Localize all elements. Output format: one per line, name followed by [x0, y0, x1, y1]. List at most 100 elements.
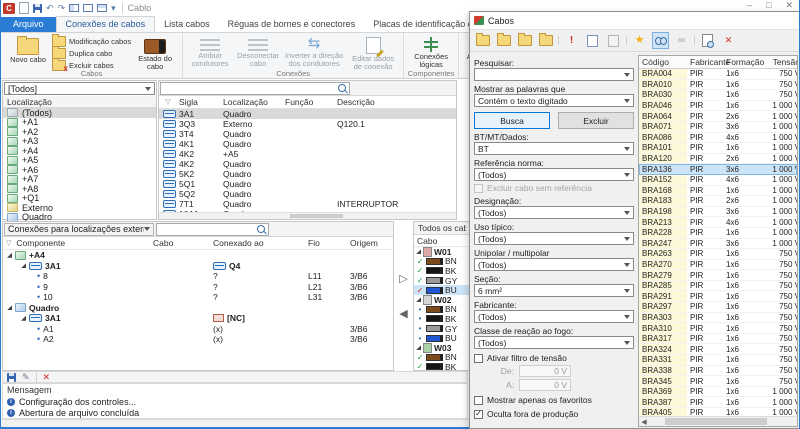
catalog-table-header[interactable]: Código Fabricante Formação Tensão Instal… — [639, 56, 797, 69]
connection-row-a1[interactable]: •A1(x)3/B6 — [3, 324, 393, 335]
wire-item-bk[interactable]: ✓BK — [414, 266, 470, 276]
catalog-row-bra310[interactable]: BRA310PIR1x6750 V0 A — [639, 323, 797, 334]
all-cables-column-header[interactable]: Cabo — [414, 235, 470, 247]
preview-button[interactable] — [699, 32, 716, 49]
voltage-from-field[interactable]: 0 V — [519, 365, 571, 377]
filter-combo-unipolar-multipolar[interactable]: (Todos) — [474, 258, 634, 271]
catalog-row-bra369[interactable]: BRA369PIR1x61 000 V0 A — [639, 387, 797, 398]
undo-icon[interactable]: ↶ — [46, 3, 54, 13]
catalog-row-bra064[interactable]: BRA064PIR2x61 000 V0 A — [639, 111, 797, 122]
catalog-row-bra101[interactable]: BRA101PIR1x61 000 V0 A — [639, 143, 797, 154]
connection-row-3a1[interactable]: 3A1Q4 — [3, 261, 393, 272]
favorites-checkbox-row[interactable]: Mostrar apenas os favoritos — [474, 395, 634, 405]
favorites-button[interactable]: ★ — [631, 32, 648, 49]
location-item-todos[interactable]: (Todos) — [3, 108, 156, 118]
open-catalog-button[interactable] — [474, 32, 491, 49]
cable-row-3t4[interactable]: 3T4Quadro — [159, 129, 456, 139]
catalog-row-bra086[interactable]: BRA086PIR4x61 000 V0 A — [639, 133, 797, 144]
checkbox[interactable]: ✓ — [474, 410, 483, 419]
copy-button[interactable] — [584, 32, 601, 49]
catalog-row-bra168[interactable]: BRA168PIR1x61 000 V0 A — [639, 186, 797, 197]
filter-combo-classe-de-rea-o-ao-fogo[interactable]: (Todos) — [474, 336, 634, 349]
location-item-a5[interactable]: +A5 — [3, 156, 156, 166]
search-combo[interactable] — [474, 68, 634, 81]
exclude-no-reference-checkbox-row[interactable]: Excluir cabo sem referência — [474, 183, 634, 193]
wire-item-gy[interactable]: •GY — [414, 324, 470, 334]
connection-row-8[interactable]: •8?L113/B63/A4 — [3, 271, 393, 282]
save-log-icon[interactable] — [7, 373, 16, 382]
filter-combo-uso-t-pico[interactable]: (Todos) — [474, 232, 634, 245]
cable-row-5k2[interactable]: 5K2Quadro — [159, 169, 456, 179]
filter-combo-se-o[interactable]: 6 mm² — [474, 284, 634, 297]
paste-button[interactable] — [605, 32, 622, 49]
filter-combo-fabricante[interactable]: (Todos) — [474, 310, 634, 323]
tree-expander-icon[interactable] — [21, 263, 26, 268]
catalog-row-bra317[interactable]: BRA317PIR1x6750 V0 A — [639, 334, 797, 345]
catalog-row-bra136[interactable]: BRA136PIR3x61 000 V0 A — [639, 164, 797, 175]
cable-group-w02[interactable]: W02 — [414, 295, 470, 305]
catalog-row-bra120[interactable]: BRA120PIR2x61 000 V0 A — [639, 154, 797, 165]
connections-view-combo[interactable]: Conexões para localizações externos — [4, 223, 154, 236]
edit-connection-data-button[interactable]: Editar dados de conexão — [346, 34, 400, 72]
location-item-a2[interactable]: +A2 — [3, 127, 156, 137]
connection-row-a4[interactable]: +A4 — [3, 250, 393, 261]
tree-expander-icon[interactable] — [7, 253, 12, 258]
catalog-row-bra247[interactable]: BRA247PIR3x61 000 V0 A — [639, 239, 797, 250]
cable-group-w01[interactable]: W01 — [414, 247, 470, 257]
disconnect-cable-button[interactable]: Desconectar cabo — [234, 34, 282, 69]
qat-dropdown-icon[interactable]: ▾ — [111, 3, 116, 13]
cable-row-4k1[interactable]: 4K1Quadro — [159, 139, 456, 149]
connection-row-3a1[interactable]: 3A1[NC] — [3, 313, 393, 324]
location-item-a3[interactable]: +A3 — [3, 137, 156, 147]
exclude-button[interactable]: Excluir — [558, 112, 634, 129]
tree-expander-icon[interactable] — [416, 345, 421, 350]
link-button[interactable]: ∞ — [673, 32, 690, 49]
archive-catalog-button[interactable] — [537, 32, 554, 49]
catalog-row-bra198[interactable]: BRA198PIR3x61 000 V0 A — [639, 207, 797, 218]
assign-conductors-button[interactable]: Atribuir condutores — [186, 34, 234, 69]
wire-item-bu[interactable]: •BU — [414, 333, 470, 343]
redo-icon[interactable]: ↷ — [58, 3, 66, 13]
connection-row-10[interactable]: •10?L313/B63/A4 — [3, 292, 393, 303]
catalog-row-bra213[interactable]: BRA213PIR4x61 000 V0 A — [639, 217, 797, 228]
cable-state-button[interactable]: Estado do cabo — [131, 34, 179, 72]
catalog-row-bra338[interactable]: BRA338PIR1x6750 V0 A — [639, 366, 797, 377]
connections-table-header[interactable]: ▽Componente Cabo Conexado ao Fio Origem … — [3, 237, 393, 250]
new-document-icon[interactable] — [19, 2, 29, 14]
catalog-row-bra297[interactable]: BRA297PIR1x6750 V0 A — [639, 302, 797, 313]
tab-conex-es-de-cabos[interactable]: Conexões de cabos — [56, 16, 156, 32]
split-view-icon[interactable] — [69, 4, 79, 12]
wire-item-bu[interactable]: ✓BU — [414, 285, 470, 295]
catalog-row-bra270[interactable]: BRA270PIR1x6750 V0 A — [639, 260, 797, 271]
tree-expander-icon[interactable] — [21, 316, 26, 321]
cable-row-11k1[interactable]: 11K1Quadro — [159, 219, 456, 220]
catalog-row-bra263[interactable]: BRA263PIR1x6750 V0 A — [639, 249, 797, 260]
filter-combo-bt-mt-dados[interactable]: BT — [474, 142, 634, 155]
new-cable-button[interactable]: Novo cabo — [4, 34, 52, 65]
catalog-row-bra387[interactable]: BRA387PIR1x61 000 V0 A — [639, 397, 797, 408]
cables-table-header[interactable]: ▽ Sigla Localização Função Descrição — [159, 96, 456, 109]
connection-row-9[interactable]: •9?L213/B63/A4 — [3, 282, 393, 293]
maximize-button[interactable]: □ — [766, 0, 771, 11]
close-button[interactable]: ✕ — [785, 0, 793, 11]
tab-arquivo[interactable]: Arquivo — [1, 17, 56, 32]
cable-row-5q2[interactable]: 5Q2Quadro — [159, 189, 456, 199]
hide-production-checkbox-row[interactable]: ✓ Oculta fora de produção — [474, 409, 634, 419]
catalog-row-bra004[interactable]: BRA004PIR1x6750 V0 A — [639, 69, 797, 80]
match-combo[interactable]: Contém o texto digitado — [474, 94, 634, 107]
close-catalog-button[interactable]: ✕ — [720, 32, 737, 49]
dialog-title-bar[interactable]: Cabos — [470, 12, 800, 30]
catalog-row-bra279[interactable]: BRA279PIR1x6750 V0 A — [639, 270, 797, 281]
cable-row-3q3[interactable]: 3Q3ExternoQ120.1 — [159, 119, 456, 129]
search-mode-button[interactable] — [652, 32, 669, 49]
locations-filter-combo[interactable]: [Todos] — [4, 82, 155, 95]
checkbox[interactable] — [474, 354, 483, 363]
checkbox[interactable] — [474, 184, 483, 193]
window-view-icon[interactable] — [97, 4, 107, 12]
tree-expander-icon[interactable] — [416, 297, 421, 302]
location-item-a8[interactable]: +A8 — [3, 184, 156, 194]
cable-group-w03[interactable]: W03 — [414, 343, 470, 353]
invert-direction-button[interactable]: ⇆ Inverter a direção dos condutores — [282, 34, 346, 69]
catalog-row-bra152[interactable]: BRA152PIR4x61 000 V0 A — [639, 175, 797, 186]
catalog-row-bra010[interactable]: BRA010PIR1x6750 V0 A — [639, 80, 797, 91]
